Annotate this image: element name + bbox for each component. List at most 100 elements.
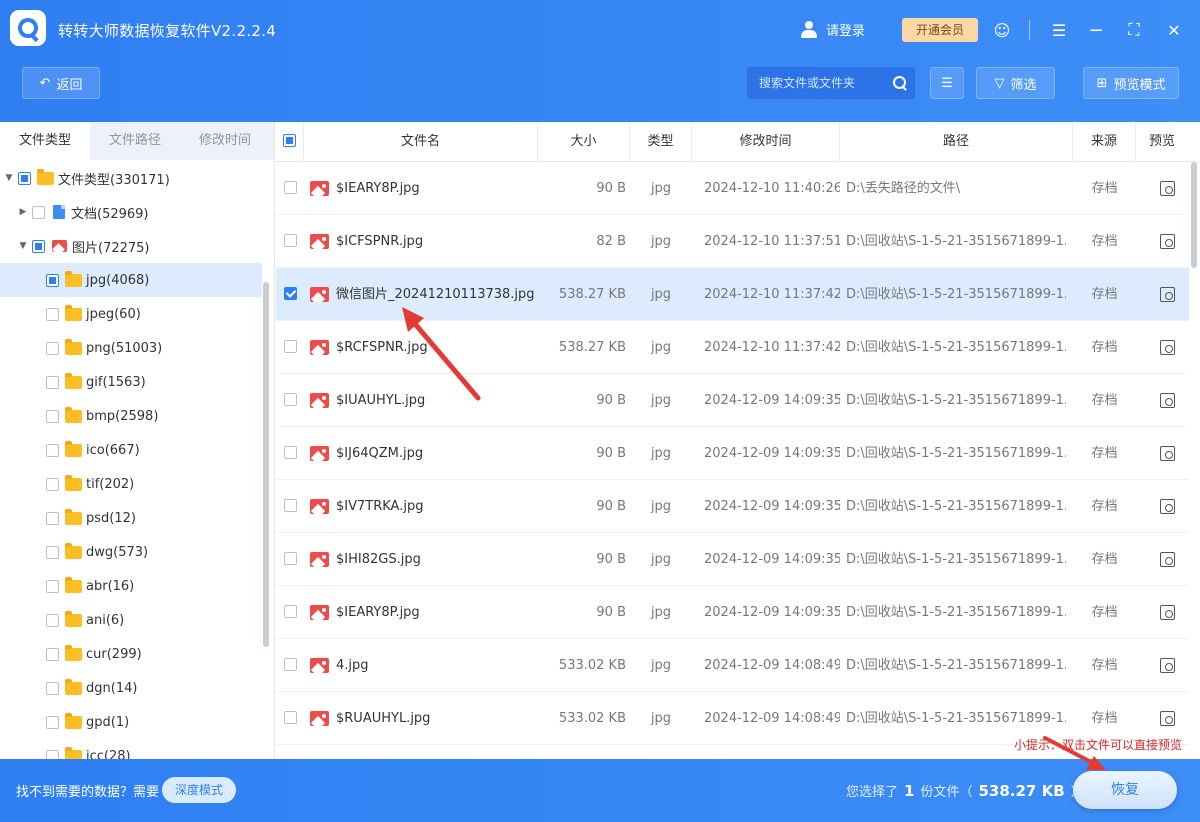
tree-checkbox[interactable] xyxy=(46,647,59,661)
table-scrollbar[interactable] xyxy=(1191,162,1197,268)
back-button[interactable]: ↶ 返回 xyxy=(22,67,100,99)
table-row[interactable]: $ICFSPNR.jpg 82 B jpg 2024-12-10 11:37:51 D:… xyxy=(276,215,1189,268)
preview-icon[interactable] xyxy=(1160,181,1175,196)
tree-checkbox[interactable] xyxy=(46,307,59,321)
search-icon[interactable] xyxy=(893,76,907,90)
preview-mode-button[interactable]: ⊞ 预览模式 xyxy=(1083,67,1179,99)
col-filename[interactable]: 文件名 xyxy=(304,122,538,162)
preview-icon[interactable] xyxy=(1160,552,1175,567)
col-type[interactable]: 类型 xyxy=(630,122,692,162)
row-checkbox[interactable] xyxy=(284,286,297,300)
tree-item[interactable]: icc(28) xyxy=(0,739,262,759)
tree-checkbox[interactable] xyxy=(32,205,45,219)
row-checkbox[interactable] xyxy=(284,498,297,512)
row-checkbox[interactable] xyxy=(284,339,297,353)
tree-checkbox[interactable] xyxy=(46,375,59,389)
table-row[interactable]: 4.jpg 533.02 KB jpg 2024-12-09 14:08:49 D:\回… xyxy=(276,639,1189,692)
preview-icon[interactable] xyxy=(1160,658,1175,673)
sidebar-scrollbar[interactable] xyxy=(263,282,269,647)
col-source[interactable]: 来源 xyxy=(1073,122,1136,162)
preview-icon[interactable] xyxy=(1160,499,1175,514)
menu-icon[interactable]: ☰ xyxy=(1047,18,1071,42)
table-row[interactable]: $IHI82GS.jpg 90 B jpg 2024-12-09 14:09:35 D:… xyxy=(276,533,1189,586)
tree-item[interactable]: ani(6) xyxy=(0,603,262,637)
login-button[interactable]: 请登录 xyxy=(800,20,865,39)
close-icon[interactable]: ✕ xyxy=(1162,18,1186,42)
maximize-icon[interactable]: ⛶ xyxy=(1122,18,1146,42)
filter-button[interactable]: ▽ 筛选 xyxy=(976,67,1055,99)
preview-icon[interactable] xyxy=(1160,393,1175,408)
row-checkbox[interactable] xyxy=(284,657,297,671)
tree-item[interactable]: dgn(14) xyxy=(0,671,262,705)
tree-checkbox[interactable] xyxy=(46,409,59,423)
tree-checkbox[interactable] xyxy=(46,681,59,695)
table-row[interactable]: 微信图片_20241210113738.jpg 538.27 KB jpg 2024-… xyxy=(276,268,1189,321)
col-modified[interactable]: 修改时间 xyxy=(692,122,840,162)
tree-item[interactable]: dwg(573) xyxy=(0,535,262,569)
recover-button[interactable]: 恢复 xyxy=(1073,771,1177,809)
tree-checkbox[interactable] xyxy=(46,443,59,457)
tab-modified-time[interactable]: 修改时间 xyxy=(180,122,270,160)
tree-checkbox[interactable] xyxy=(46,749,59,759)
tree-item[interactable]: jpeg(60) xyxy=(0,297,262,331)
preview-icon[interactable] xyxy=(1160,340,1175,355)
tree-checkbox[interactable] xyxy=(46,613,59,627)
tree-checkbox[interactable] xyxy=(46,477,59,491)
list-search-button[interactable]: ☰ xyxy=(930,67,964,99)
file-source: 存档 xyxy=(1091,287,1118,302)
preview-icon[interactable] xyxy=(1160,711,1175,726)
row-checkbox[interactable] xyxy=(284,445,297,459)
table-row[interactable]: $IUAUHYL.jpg 90 B jpg 2024-12-09 14:09:35 D:… xyxy=(276,374,1189,427)
expand-down-icon[interactable]: ▼ xyxy=(4,173,14,183)
tree-checkbox[interactable] xyxy=(46,545,59,559)
expand-down-icon[interactable]: ▼ xyxy=(18,241,28,251)
tree-checkbox[interactable] xyxy=(46,715,59,729)
row-checkbox[interactable] xyxy=(284,233,297,247)
row-checkbox[interactable] xyxy=(284,392,297,406)
tree-item[interactable]: jpg(4068) xyxy=(0,263,262,297)
tree-item[interactable]: cur(299) xyxy=(0,637,262,671)
tree-checkbox[interactable] xyxy=(18,171,31,185)
table-row[interactable]: $RCFSPNR.jpg 538.27 KB jpg 2024-12-10 11:37… xyxy=(276,321,1189,374)
row-checkbox[interactable] xyxy=(284,180,297,194)
tree-item[interactable]: tif(202) xyxy=(0,467,262,501)
tree-checkbox[interactable] xyxy=(32,239,45,253)
tree-checkbox[interactable] xyxy=(46,273,59,287)
tree-item[interactable]: ico(667) xyxy=(0,433,262,467)
minimize-icon[interactable]: − xyxy=(1084,18,1108,42)
tree-checkbox[interactable] xyxy=(46,341,59,355)
search-input[interactable] xyxy=(759,76,893,90)
tree-checkbox[interactable] xyxy=(46,511,59,525)
row-checkbox[interactable] xyxy=(284,710,297,724)
col-size[interactable]: 大小 xyxy=(538,122,630,162)
tree-item[interactable]: ▶ 文档(52969) xyxy=(0,195,262,229)
row-checkbox[interactable] xyxy=(284,604,297,618)
tab-file-type[interactable]: 文件类型 xyxy=(0,122,90,160)
preview-icon[interactable] xyxy=(1160,446,1175,461)
tree-item[interactable]: gpd(1) xyxy=(0,705,262,739)
select-all-checkbox[interactable] xyxy=(283,133,296,147)
tree-item[interactable]: bmp(2598) xyxy=(0,399,262,433)
preview-icon[interactable] xyxy=(1160,605,1175,620)
expand-right-icon[interactable]: ▶ xyxy=(18,207,28,217)
tree-item[interactable]: gif(1563) xyxy=(0,365,262,399)
tab-file-path[interactable]: 文件路径 xyxy=(90,122,180,160)
deep-mode-button[interactable]: 深度模式 xyxy=(162,777,236,803)
feedback-icon[interactable]: ☺ xyxy=(990,18,1014,42)
table-row[interactable]: $IJ64QZM.jpg 90 B jpg 2024-12-09 14:09:35 D:… xyxy=(276,427,1189,480)
table-row[interactable]: $IV7TRKA.jpg 90 B jpg 2024-12-09 14:09:35 D:… xyxy=(276,480,1189,533)
vip-button[interactable]: 开通会员 xyxy=(902,18,978,42)
tree-item[interactable]: ▼ 图片(72275) xyxy=(0,229,262,263)
search-box[interactable] xyxy=(747,67,915,99)
tree-item[interactable]: png(51003) xyxy=(0,331,262,365)
tree-item[interactable]: abr(16) xyxy=(0,569,262,603)
tree-item[interactable]: ▼ 文件类型(330171) xyxy=(0,161,262,195)
preview-icon[interactable] xyxy=(1160,287,1175,302)
table-row[interactable]: $IEARY8P.jpg 90 B jpg 2024-12-10 11:40:26 D:… xyxy=(276,162,1189,215)
tree-checkbox[interactable] xyxy=(46,579,59,593)
row-checkbox[interactable] xyxy=(284,551,297,565)
table-row[interactable]: $IEARY8P.jpg 90 B jpg 2024-12-09 14:09:35 D:… xyxy=(276,586,1189,639)
col-path[interactable]: 路径 xyxy=(840,122,1073,162)
preview-icon[interactable] xyxy=(1160,234,1175,249)
tree-item[interactable]: psd(12) xyxy=(0,501,262,535)
